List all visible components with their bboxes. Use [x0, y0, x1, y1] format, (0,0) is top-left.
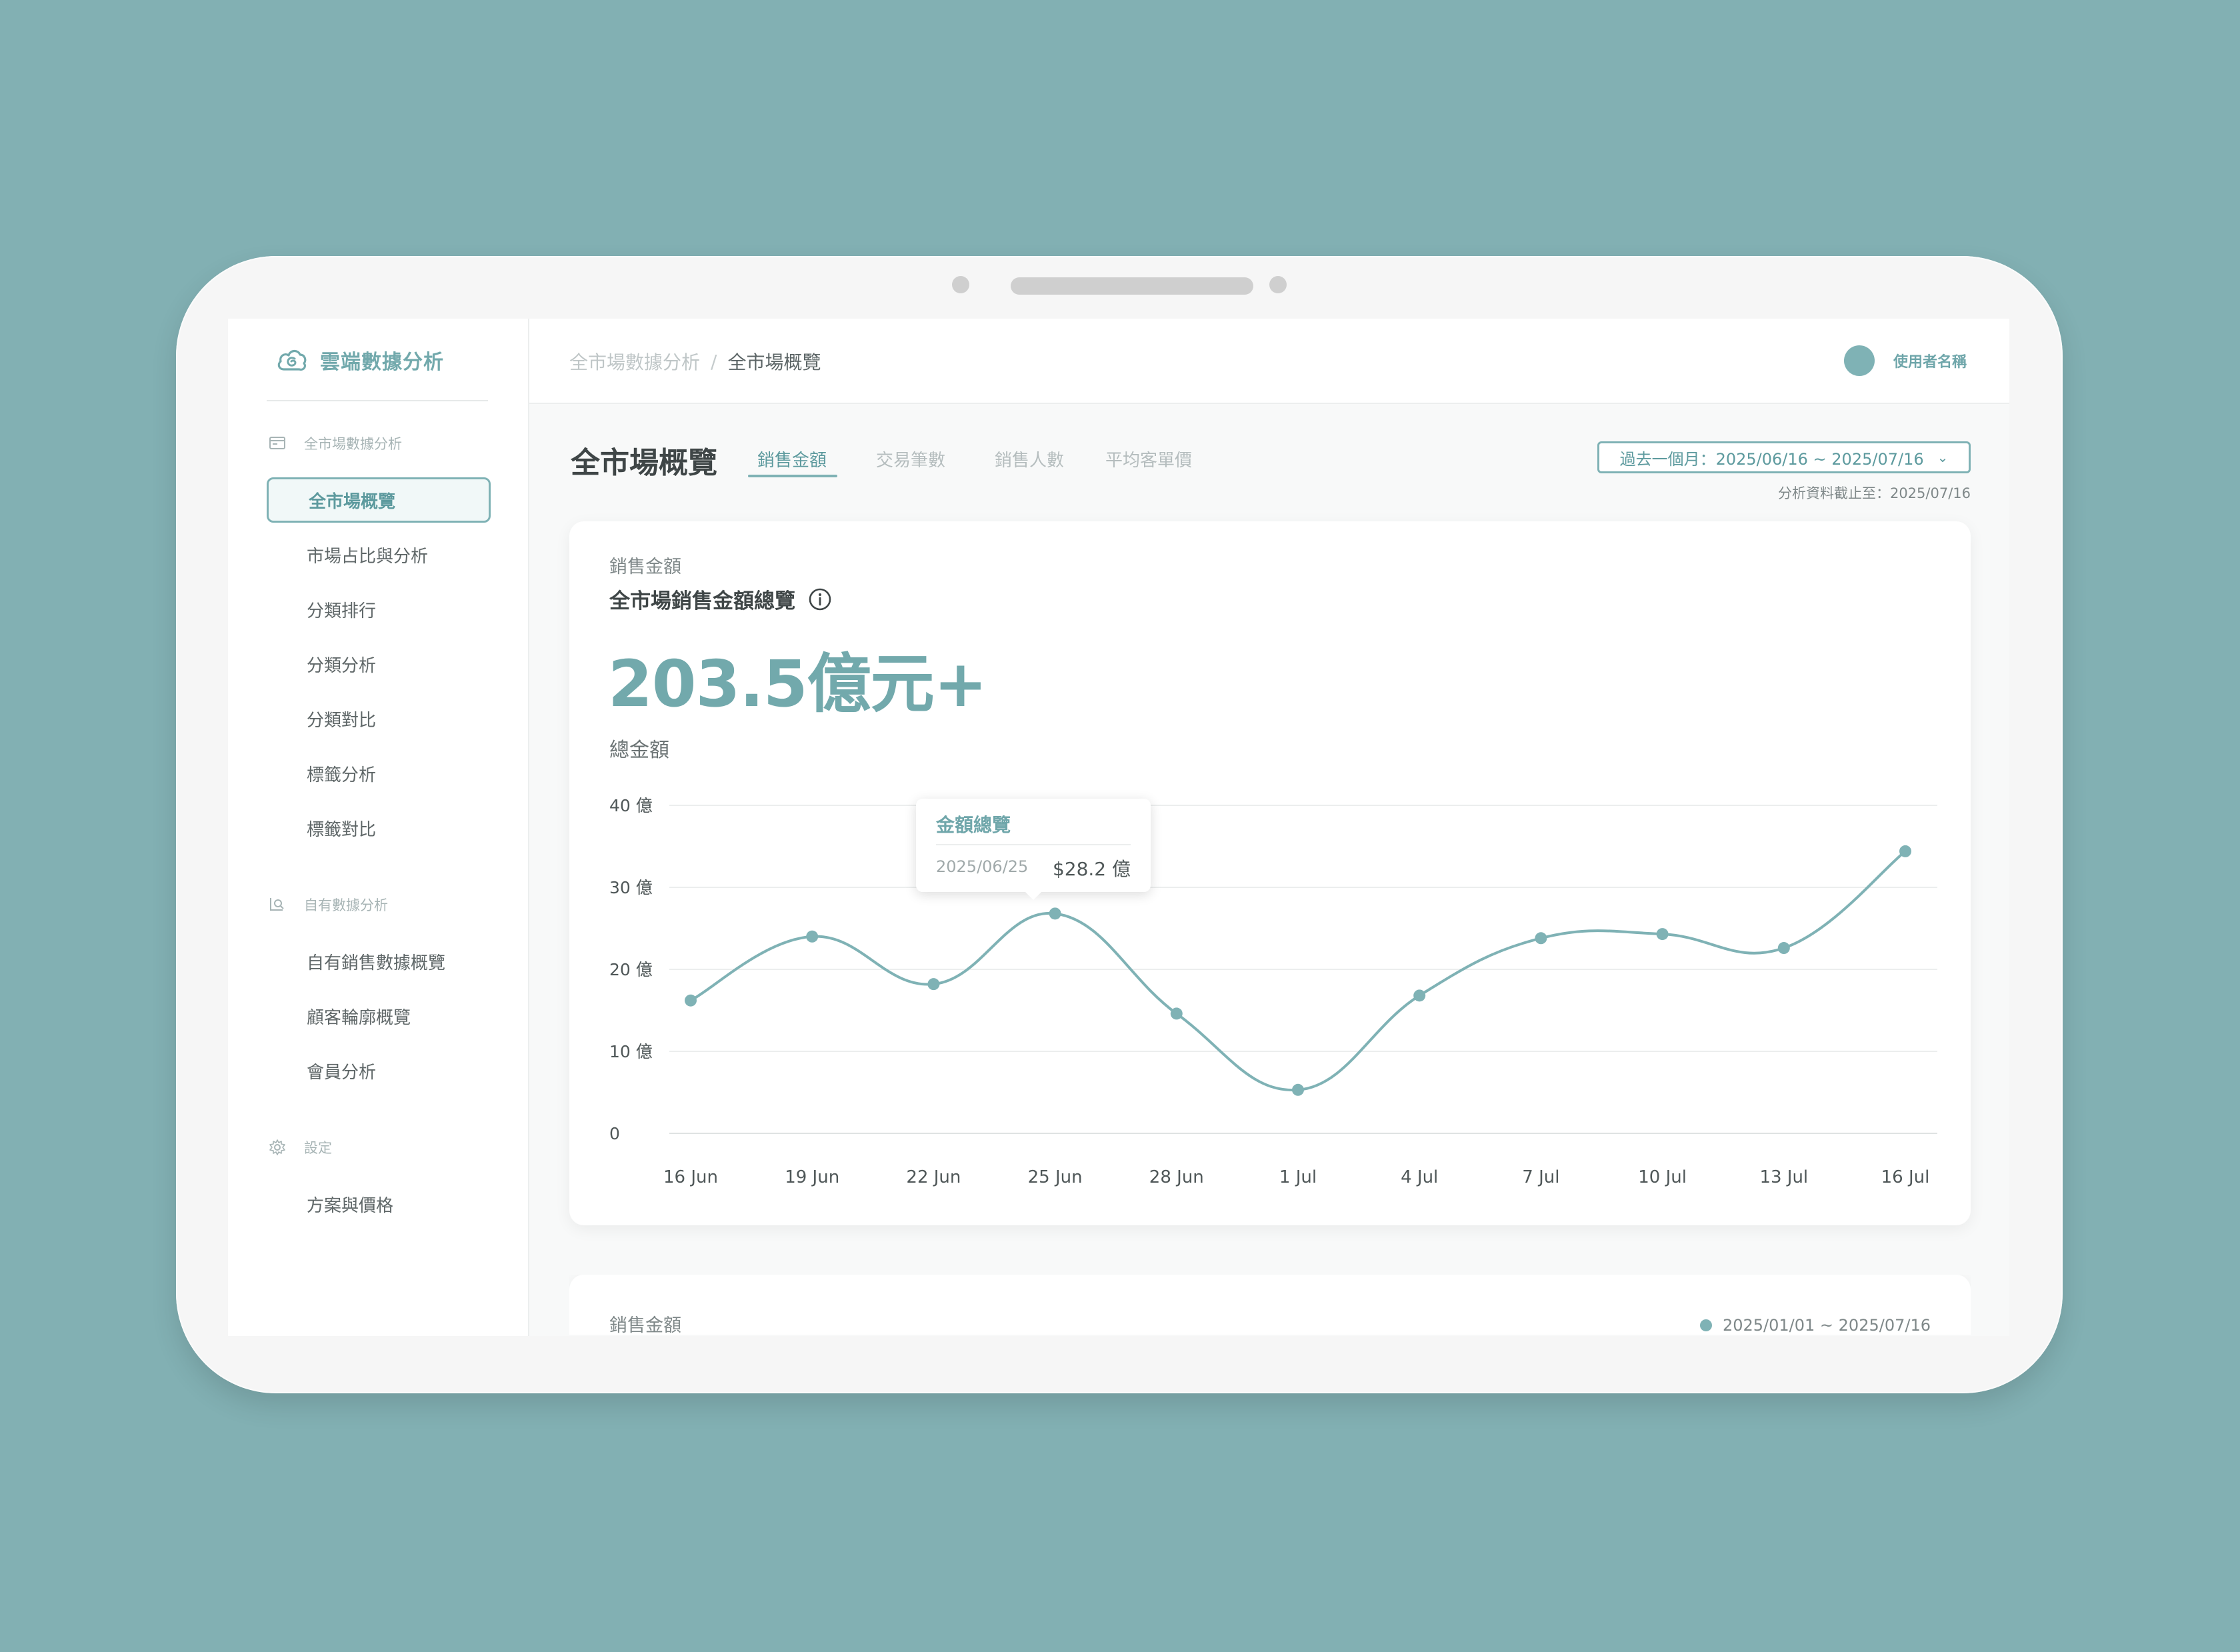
topbar: 全市場數據分析 / 全市場概覽 使用者名稱: [529, 319, 2009, 404]
sidebar-item-plans-pricing[interactable]: 方案與價格: [267, 1181, 491, 1227]
x-tick-label: 10 Jul: [1638, 1167, 1687, 1187]
sidebar-item-tag-compare[interactable]: 標籤對比: [267, 805, 491, 851]
x-tick-label: 19 Jun: [785, 1167, 839, 1187]
y-tick-label: 0: [609, 1124, 620, 1143]
x-tick-label: 16 Jul: [1881, 1167, 1930, 1187]
x-tick-label: 16 Jun: [663, 1167, 718, 1187]
data-point: [1777, 942, 1790, 955]
section-label: 全市場數據分析: [304, 436, 402, 452]
sidebar-item-customer-profile[interactable]: 顧客輪廓概覽: [267, 993, 491, 1039]
speaker-bar: [1011, 277, 1253, 295]
data-point: [806, 930, 819, 943]
tab-buyers[interactable]: 銷售人數: [995, 447, 1064, 471]
camera-dot: [952, 276, 969, 293]
data-point: [1656, 928, 1669, 941]
page-title: 全市場概覽: [571, 446, 717, 480]
window-icon: [269, 437, 285, 449]
tablet-frame: 雲端數據分析 全市場數據分析 全市場概覽 市場占比與分析 分類排行 分類分析 分…: [176, 256, 2063, 1393]
card2-eyebrow: 銷售金額: [609, 1315, 681, 1335]
section-label: 設定: [304, 1140, 332, 1156]
sidebar-item-category-ranking[interactable]: 分類排行: [267, 587, 491, 632]
tab-transactions[interactable]: 交易筆數: [876, 447, 945, 471]
sidebar-item-market-overview[interactable]: 全市場概覽: [267, 477, 491, 523]
gear-icon: [269, 1139, 285, 1155]
y-tick-label: 10 億: [609, 1042, 653, 1061]
sales-overview-card: 銷售金額 全市場銷售金額總覽 203.5億元+ 總金額 40 億 30 億 20 億…: [569, 521, 1971, 1225]
x-tick-label: 7 Jul: [1522, 1167, 1559, 1187]
breadcrumb: 全市場數據分析 / 全市場概覽: [569, 348, 821, 375]
chevron-down-icon: ⌄: [1937, 449, 1949, 465]
avatar[interactable]: [1843, 345, 1875, 376]
breadcrumb-parent[interactable]: 全市場數據分析: [569, 348, 700, 375]
x-tick-label: 1 Jul: [1279, 1167, 1317, 1187]
tab-underline: [748, 475, 837, 477]
chart-tooltip: 金額總覽 2025/06/25 $28.2 億: [916, 799, 1151, 900]
tab-sales-amount[interactable]: 銷售金額: [757, 447, 827, 471]
breadcrumb-current: 全市場概覽: [727, 351, 821, 373]
section-own-data: 自有數據分析: [268, 895, 388, 915]
tooltip-value: $28.2 億: [1052, 858, 1131, 880]
data-point: [1535, 932, 1547, 945]
x-tick-label: 13 Jul: [1759, 1167, 1808, 1187]
card2-legend: 2025/01/01 ~ 2025/07/16: [1699, 1316, 1931, 1335]
sidebar-item-category-compare[interactable]: 分類對比: [267, 696, 491, 741]
data-point: [927, 978, 940, 991]
x-tick-label: 4 Jul: [1401, 1167, 1438, 1187]
sensor-dot: [1269, 276, 1287, 293]
chart-magnifier-icon: [270, 898, 284, 911]
brand-name: 雲端數據分析: [320, 351, 444, 374]
tooltip-date: 2025/06/25: [936, 857, 1029, 876]
tooltip-divider: [936, 844, 1131, 845]
breadcrumb-separator: /: [711, 350, 717, 373]
sidebar-item-category-analysis[interactable]: 分類分析: [267, 641, 491, 687]
x-tick-label: 28 Jun: [1149, 1167, 1204, 1187]
y-tick-label: 20 億: [609, 960, 653, 979]
user-menu[interactable]: 使用者名稱: [1843, 345, 1967, 376]
sidebar: 雲端數據分析 全市場數據分析 全市場概覽 市場占比與分析 分類排行 分類分析 分…: [228, 319, 529, 1336]
data-point: [685, 994, 697, 1007]
user-name: 使用者名稱: [1893, 354, 1967, 371]
brand-divider: [267, 400, 488, 401]
sales-period-card: 銷售金額 2025/01/01 ~ 2025/07/16: [569, 1275, 1971, 1335]
as-of-date: 分析資料截止至：2025/07/16: [1777, 485, 1971, 501]
card2-clip: 銷售金額 2025/01/01 ~ 2025/07/16: [569, 1275, 1971, 1335]
sidebar-item-own-sales[interactable]: 自有銷售數據概覽: [267, 939, 491, 984]
legend-dot: [1699, 1319, 1712, 1331]
data-point: [1049, 907, 1061, 920]
data-point: [1170, 1007, 1183, 1020]
date-range-value: 過去一個月：2025/06/16 ~ 2025/07/16: [1619, 449, 1924, 469]
legend-label: 2025/01/01 ~ 2025/07/16: [1722, 1316, 1931, 1335]
brand[interactable]: 雲端數據分析: [275, 343, 444, 377]
x-tick-label: 25 Jun: [1028, 1167, 1083, 1187]
tab-avg-order-value[interactable]: 平均客單價: [1105, 447, 1192, 471]
sales-line-chart: 40 億 30 億 20 億 10 億 0 16 Jun 19 Jun 22 Jun 25 Ju…: [609, 796, 1937, 1187]
data-point: [1899, 845, 1911, 857]
y-tick-label: 40 億: [609, 796, 653, 815]
data-point: [1292, 1083, 1304, 1096]
tooltip-title: 金額總覽: [936, 814, 1011, 836]
data-point: [1413, 989, 1426, 1002]
section-label: 自有數據分析: [304, 897, 388, 913]
sidebar-item-tag-analysis[interactable]: 標籤分析: [267, 751, 491, 796]
sidebar-item-market-share[interactable]: 市場占比與分析: [267, 532, 491, 577]
section-market: 全市場數據分析: [268, 433, 402, 453]
x-tick-label: 22 Jun: [906, 1167, 961, 1187]
cloud-logo-icon: [277, 349, 307, 371]
sidebar-item-member-analysis[interactable]: 會員分析: [267, 1048, 491, 1093]
date-range-select[interactable]: 過去一個月：2025/06/16 ~ 2025/07/16 ⌄: [1597, 441, 1971, 473]
y-tick-label: 30 億: [609, 878, 653, 897]
section-settings: 設定: [268, 1137, 332, 1157]
